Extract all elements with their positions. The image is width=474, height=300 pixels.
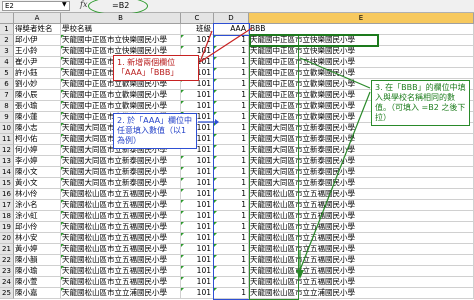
arrow-step-1-aaa	[199, 30, 213, 63]
arrow-step-1-bbb	[199, 27, 253, 63]
arrow-step-3-bottom	[299, 91, 371, 271]
arrow-step-3-top	[299, 57, 371, 89]
arrow-step-2-head	[215, 119, 219, 125]
annotation-arrows	[198, 27, 371, 279]
